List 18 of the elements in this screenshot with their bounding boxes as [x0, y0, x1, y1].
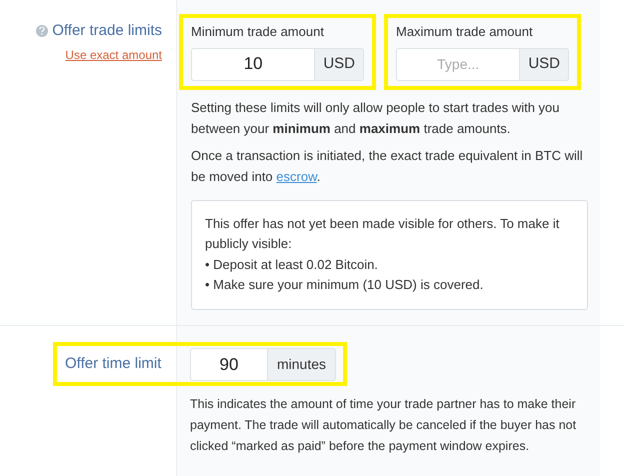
use-exact-amount-link[interactable]: Use exact amount: [65, 46, 162, 64]
notice-item: • Make sure your minimum (10 USD) is covered.: [205, 276, 484, 294]
help-icon[interactable]: [36, 25, 48, 38]
time-field[interactable]: 90: [190, 348, 268, 381]
currency-addon: USD: [520, 48, 569, 80]
help-text: Setting these limits will only allow people to start trades with you between your minimum and maximum trade amounts.: [191, 98, 561, 138]
notice-item: • Deposit at least 0.02 Bitcoin.: [205, 256, 379, 274]
amount-field[interactable]: Type...: [396, 48, 520, 80]
currency-addon: USD: [315, 48, 364, 80]
help-text: Once a transaction is initiated, the exact trade equivalent in BTC will be moved into escrow.: [191, 146, 584, 186]
unit-addon: minutes: [268, 348, 336, 381]
help-text: This indicates the amount of time your trade partner has to make their payment. The trade will automatically be canceled if the buyer has not clicked “marked as paid” before the payment window expires.: [190, 396, 578, 455]
notice-text: This offer has not yet been made visible for others. To make it publicly visible:: [205, 214, 560, 253]
field-label: Maximum trade amount: [396, 23, 534, 41]
section-label: Offer trade limits: [52, 21, 162, 41]
amount-field[interactable]: 10: [191, 48, 316, 80]
field-label: Minimum trade amount: [191, 23, 325, 41]
section-label: Offer time limit: [65, 354, 162, 374]
